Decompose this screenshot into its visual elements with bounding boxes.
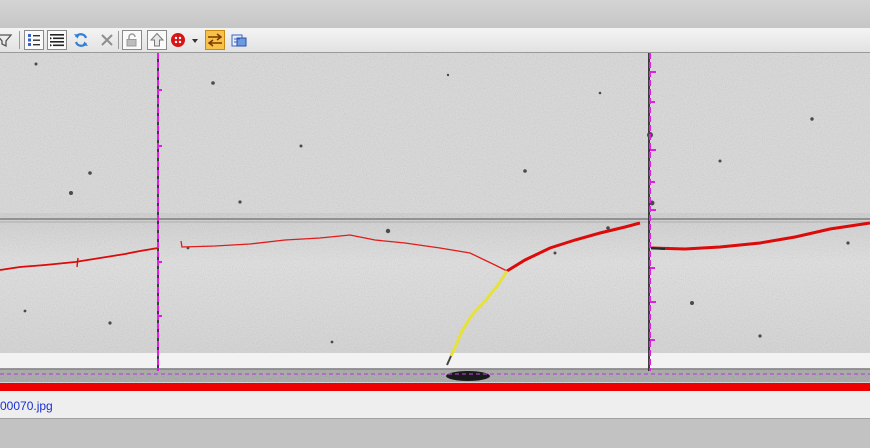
image-viewer[interactable] <box>0 53 870 391</box>
pavement-image <box>0 53 870 391</box>
arrow-up-button[interactable] <box>147 30 167 50</box>
close-icon <box>101 34 113 46</box>
curb-strip <box>0 353 870 369</box>
toolbar <box>0 28 870 53</box>
record-dropdown-button[interactable] <box>170 30 200 50</box>
unlock-button[interactable] <box>122 30 142 50</box>
toolbar-separator <box>19 31 20 49</box>
pothole-spot <box>446 371 490 381</box>
filter-button[interactable] <box>0 30 14 50</box>
filter-icon <box>0 34 13 48</box>
image-filename: 00070.jpg <box>0 399 53 413</box>
list-view-button[interactable] <box>24 30 44 50</box>
bottom-panel <box>0 419 870 448</box>
export-button[interactable] <box>229 30 249 50</box>
swap-arrows-icon <box>207 33 223 47</box>
close-button[interactable] <box>97 30 117 50</box>
crack-branch <box>76 257 79 268</box>
list-view-icon <box>28 34 40 46</box>
refresh-icon <box>74 33 88 47</box>
indent-list-button[interactable] <box>47 30 67 50</box>
record-red-icon <box>171 33 198 47</box>
indent-list-icon <box>50 34 64 47</box>
arrow-up-icon <box>149 32 165 47</box>
red-status-band <box>0 383 870 391</box>
refresh-button[interactable] <box>71 30 91 50</box>
status-bar: 00070.jpg <box>0 391 870 419</box>
window-title-bar <box>0 0 870 29</box>
unlock-icon <box>126 33 137 47</box>
toolbar-separator <box>118 31 119 49</box>
export-icon <box>231 34 247 47</box>
swap-arrows-button[interactable] <box>205 30 225 50</box>
